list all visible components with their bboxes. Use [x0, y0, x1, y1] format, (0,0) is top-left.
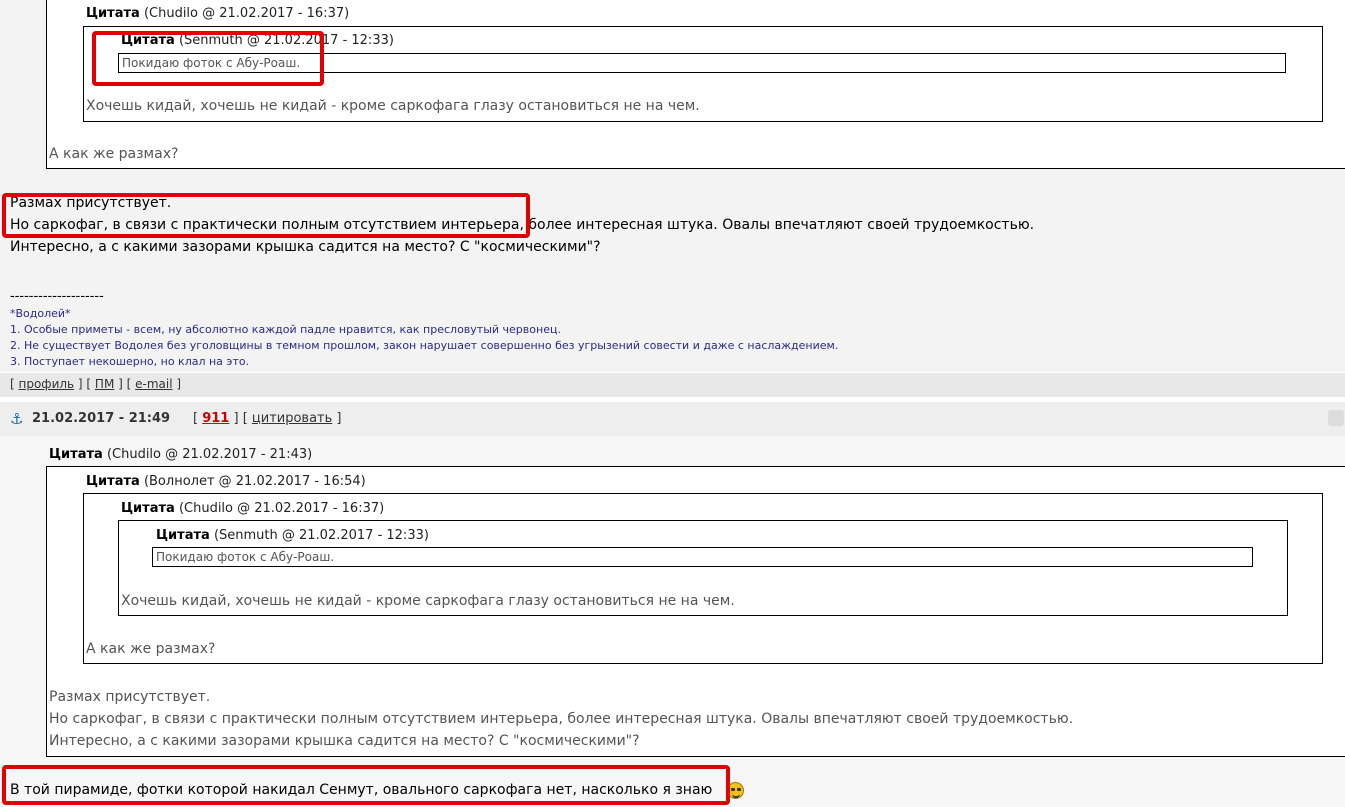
quote-4-header: Цитата (Senmuth @ 21.02.2017 - 12:33) — [156, 528, 429, 543]
quote-action-link[interactable]: цитировать — [252, 411, 332, 426]
quote-label: Цитата — [86, 474, 140, 489]
quote-1-header: Цитата (Chudilo @ 21.02.2017 - 21:43) — [49, 447, 312, 462]
post-links: [ профиль ] [ ПМ ] [ e-mail ] — [10, 377, 182, 391]
outer-quote-header: Цитата (Chudilo @ 21.02.2017 - 16:37) — [86, 6, 349, 21]
quote-2-text: А как же размах? — [86, 641, 216, 657]
profile-link[interactable]: профиль — [19, 377, 75, 391]
quote-4-text: Покидаю фоток с Абу-Роаш. — [152, 547, 1253, 567]
quote-3-text: Хочешь кидай, хочешь не кидай - кроме са… — [121, 593, 735, 609]
quote-meta: (Chudilo @ 21.02.2017 - 16:37) — [143, 6, 350, 21]
signature-line-2: 2. Не существует Водолея без уголовщины … — [10, 339, 839, 352]
highlight-box-2 — [2, 193, 530, 238]
post-number-link[interactable]: 911 — [202, 411, 229, 426]
email-link[interactable]: e-mail — [135, 377, 172, 391]
post-actions: [ 911 ] [ цитировать ] — [193, 411, 342, 426]
post-links-bar — [0, 373, 1345, 397]
quote-meta: (Волнолет @ 21.02.2017 - 16:54) — [143, 474, 366, 489]
quote-meta: (Chudilo @ 21.02.2017 - 21:43) — [106, 447, 313, 462]
quote-1-line-3: Интересно, а с какими зазорами крышка са… — [49, 733, 640, 749]
quote-meta: (Chudilo @ 21.02.2017 - 16:37) — [178, 501, 385, 516]
post-datetime: 21.02.2017 - 21:49 — [32, 411, 171, 426]
quote-meta: (Senmuth @ 21.02.2017 - 12:33) — [213, 528, 429, 543]
signature-divider: -------------------- — [10, 289, 104, 304]
quote-label: Цитата — [86, 6, 140, 21]
quote-1-line-1: Размах присутствует. — [49, 689, 211, 705]
signature-title: *Водолей* — [10, 307, 71, 320]
quote-label: Цитата — [121, 501, 175, 516]
quote-1-line-2: Но саркофаг, в связи с практически полны… — [49, 711, 1074, 727]
signature-line-1: 1. Особые приметы - всем, ну абсолютно к… — [10, 323, 561, 336]
report-icon[interactable] — [1328, 410, 1344, 426]
signature-line-3: 3. Поступает некошерно, но клал на это. — [10, 355, 250, 368]
tail-quote-text: А как же размах? — [49, 146, 179, 162]
highlight-box-1 — [92, 31, 324, 86]
post-body-line-3: Интересно, а с какими зазорами крышка са… — [10, 239, 601, 255]
outer-quote-text: Хочешь кидай, хочешь не кидай - кроме са… — [86, 98, 700, 114]
quote-3-header: Цитата (Chudilo @ 21.02.2017 - 16:37) — [121, 501, 384, 516]
quote-label: Цитата — [49, 447, 103, 462]
highlight-box-3 — [2, 765, 730, 805]
quote-2-header: Цитата (Волнолет @ 21.02.2017 - 16:54) — [86, 474, 366, 489]
anchor-icon[interactable]: ⚓ — [10, 410, 23, 428]
quote-label: Цитата — [156, 528, 210, 543]
pm-link[interactable]: ПМ — [95, 377, 114, 391]
